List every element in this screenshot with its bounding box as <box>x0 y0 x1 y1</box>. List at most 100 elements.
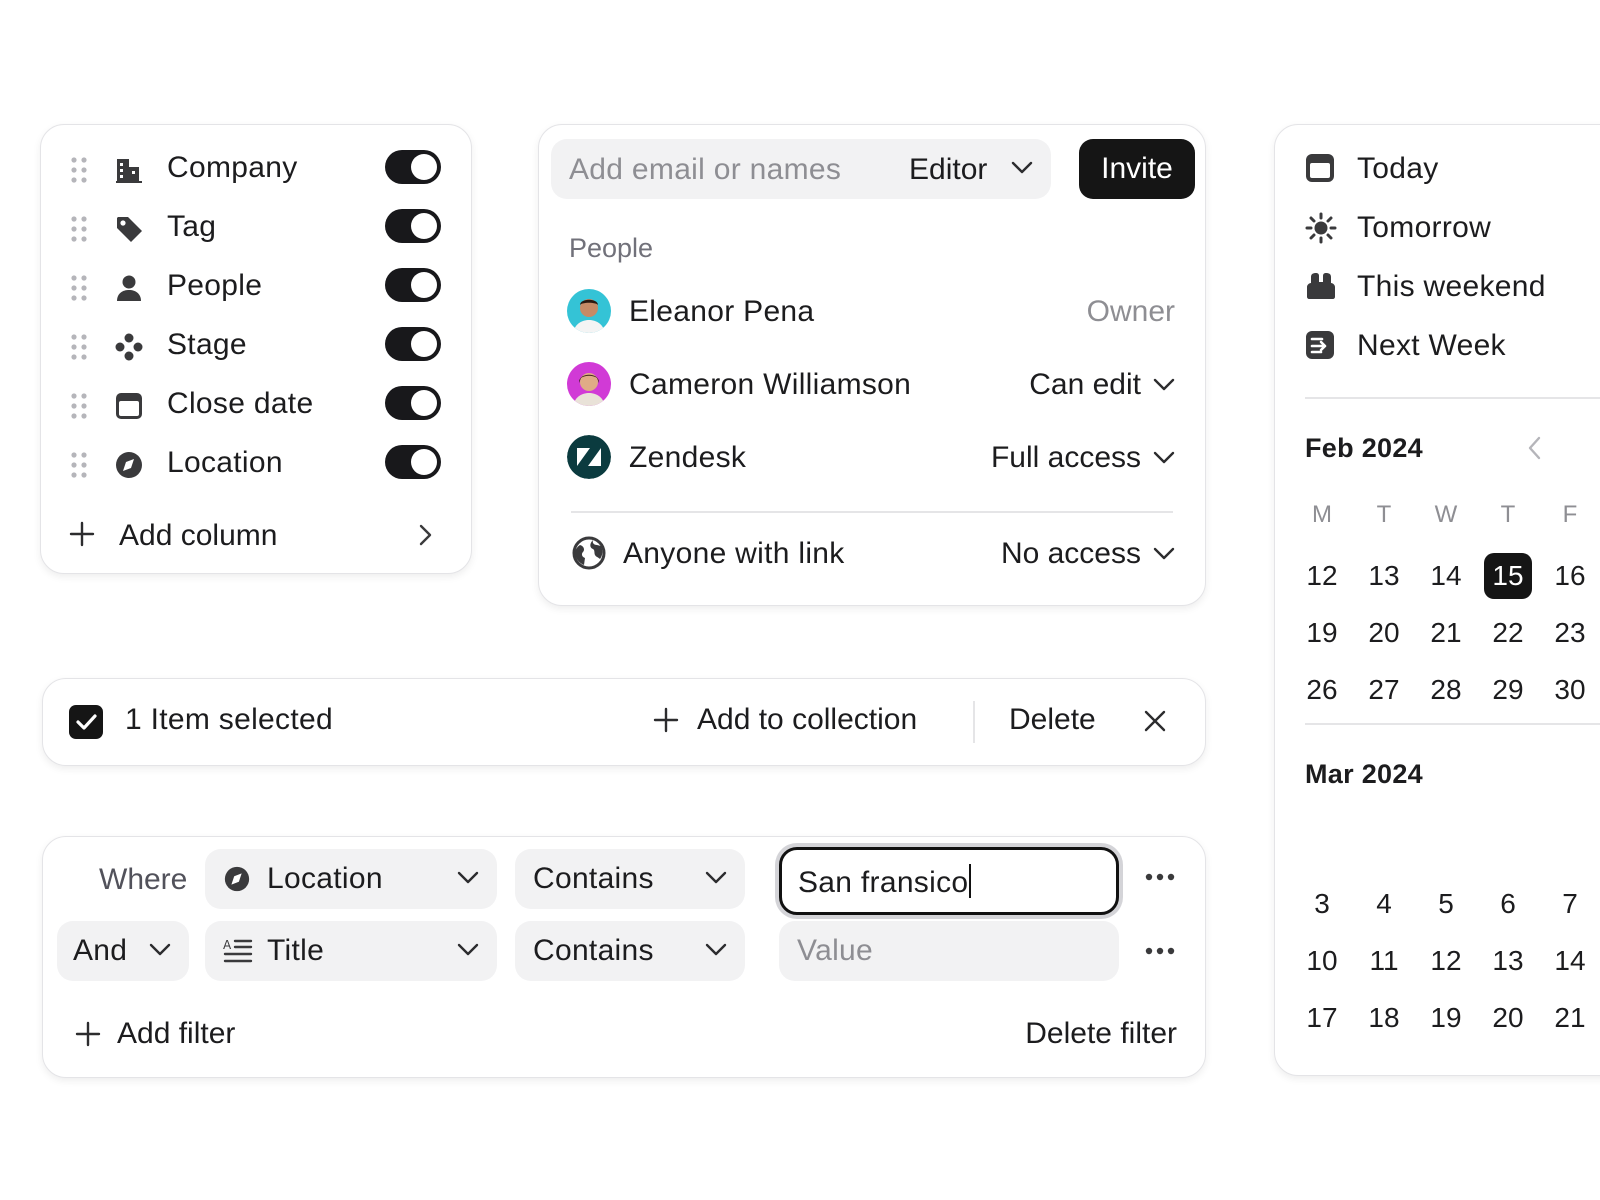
calendar-day[interactable]: 19 <box>1298 610 1346 656</box>
drag-handle-icon[interactable] <box>71 334 87 360</box>
calendar-today-icon <box>1305 153 1335 183</box>
conjunction-select[interactable]: And <box>57 921 189 981</box>
field-select[interactable]: A Title <box>205 921 497 981</box>
drag-handle-icon[interactable] <box>71 393 87 419</box>
permission-select[interactable]: Full access <box>991 441 1175 475</box>
add-to-collection-button[interactable]: Add to collection <box>653 703 917 737</box>
permission-label: Owner <box>1086 295 1175 328</box>
calendar-day[interactable]: 22 <box>1484 610 1532 656</box>
zendesk-logo-icon <box>567 435 611 479</box>
filter-panel: Where Location Contains San fransico And… <box>42 836 1206 1078</box>
calendar-day[interactable]: 7 <box>1546 881 1594 927</box>
calendar-day[interactable]: 13 <box>1484 938 1532 984</box>
quick-option-tomorrow[interactable]: Tomorrow <box>1275 204 1600 250</box>
quick-option-next-week[interactable]: Next Week <box>1275 322 1600 368</box>
text-caret <box>969 864 972 898</box>
calendar-day[interactable]: 16 <box>1546 553 1594 599</box>
column-row-stage[interactable]: Stage <box>41 322 471 366</box>
column-row-close-date[interactable]: Close date <box>41 381 471 425</box>
delete-filter-button[interactable]: Delete filter <box>1025 1017 1177 1051</box>
calendar-day[interactable]: 28 <box>1422 667 1470 713</box>
calendar-day[interactable]: 11 <box>1360 938 1408 984</box>
invite-input[interactable]: Add email or names Editor <box>551 139 1051 199</box>
sofa-icon <box>1305 271 1337 301</box>
more-options-icon[interactable] <box>1145 947 1175 955</box>
delete-button[interactable]: Delete <box>1009 703 1096 737</box>
calendar-day[interactable]: 23 <box>1546 610 1594 656</box>
column-toggle[interactable] <box>385 327 441 361</box>
permission-label: Can edit <box>1029 368 1141 401</box>
calendar-day[interactable]: 14 <box>1546 938 1594 984</box>
column-toggle[interactable] <box>385 445 441 479</box>
calendar-day-selected[interactable]: 15 <box>1484 553 1532 599</box>
chevron-left-icon[interactable] <box>1527 435 1543 461</box>
column-row-location[interactable]: Location <box>41 440 471 484</box>
column-toggle[interactable] <box>385 209 441 243</box>
calendar-day[interactable]: 21 <box>1422 610 1470 656</box>
column-row-tag[interactable]: Tag <box>41 204 471 248</box>
building-icon <box>113 154 145 186</box>
calendar-day[interactable]: 20 <box>1360 610 1408 656</box>
calendar-day[interactable]: 27 <box>1360 667 1408 713</box>
date-picker-panel: Today Tomorrow This weekend Next Week Fe… <box>1274 124 1600 1076</box>
calendar-day[interactable]: 10 <box>1298 938 1346 984</box>
invite-button[interactable]: Invite <box>1079 139 1195 199</box>
column-row-company[interactable]: Company <box>41 145 471 189</box>
operator-select[interactable]: Contains <box>515 921 745 981</box>
calendar-day[interactable]: 20 <box>1484 995 1532 1041</box>
role-select[interactable]: Editor <box>909 153 987 187</box>
chevron-down-icon[interactable] <box>1011 161 1033 175</box>
field-select[interactable]: Location <box>205 849 497 909</box>
columns-panel: Company Tag People Stage Close date Loca… <box>40 124 472 574</box>
column-label: Stage <box>167 328 247 361</box>
text-lines-icon: A <box>223 937 253 965</box>
person-name: Cameron Williamson <box>629 368 912 401</box>
calendar-day[interactable]: 6 <box>1484 881 1532 927</box>
calendar-day[interactable]: 5 <box>1422 881 1470 927</box>
operator-select[interactable]: Contains <box>515 849 745 909</box>
quick-option-today[interactable]: Today <box>1275 145 1600 191</box>
drag-handle-icon[interactable] <box>71 275 87 301</box>
calendar-day[interactable]: 30 <box>1546 667 1594 713</box>
add-to-collection-label: Add to collection <box>697 703 918 736</box>
close-icon[interactable] <box>1143 709 1167 733</box>
plus-icon <box>653 707 679 733</box>
calendar-day[interactable]: 13 <box>1360 553 1408 599</box>
calendar-day[interactable]: 29 <box>1484 667 1532 713</box>
column-toggle[interactable] <box>385 268 441 302</box>
plus-icon <box>69 521 95 547</box>
calendar-day[interactable]: 3 <box>1298 881 1346 927</box>
permission-select[interactable]: Can edit <box>1029 368 1175 402</box>
link-permission-select[interactable]: No access <box>1001 537 1175 571</box>
drag-handle-icon[interactable] <box>71 452 87 478</box>
column-toggle[interactable] <box>385 150 441 184</box>
select-checkbox[interactable] <box>69 705 103 739</box>
link-access-row: Anyone with link No access <box>539 529 1205 579</box>
filter-value-input[interactable]: San fransico <box>779 847 1119 915</box>
calendar-day[interactable]: 21 <box>1546 995 1594 1041</box>
quick-option-weekend[interactable]: This weekend <box>1275 263 1600 309</box>
column-toggle[interactable] <box>385 386 441 420</box>
drag-handle-icon[interactable] <box>71 216 87 242</box>
calendar-day[interactable]: 19 <box>1422 995 1470 1041</box>
plus-icon <box>75 1021 101 1047</box>
field-select-label: Title <box>267 934 325 967</box>
add-column-button[interactable]: Add column <box>41 513 471 557</box>
chevron-down-icon <box>457 943 479 957</box>
chevron-down-icon <box>705 871 727 885</box>
calendar-day[interactable]: 14 <box>1422 553 1470 599</box>
add-column-label: Add column <box>119 519 278 552</box>
calendar-day[interactable]: 12 <box>1298 553 1346 599</box>
calendar-day[interactable]: 18 <box>1360 995 1408 1041</box>
person-row: Zendesk Full access <box>539 433 1205 483</box>
calendar-day[interactable]: 4 <box>1360 881 1408 927</box>
divider <box>973 701 975 743</box>
more-options-icon[interactable] <box>1145 873 1175 881</box>
calendar-day[interactable]: 12 <box>1422 938 1470 984</box>
column-row-people[interactable]: People <box>41 263 471 307</box>
drag-handle-icon[interactable] <box>71 157 87 183</box>
calendar-day[interactable]: 26 <box>1298 667 1346 713</box>
filter-value-input[interactable]: Value <box>779 921 1119 981</box>
calendar-day[interactable]: 17 <box>1298 995 1346 1041</box>
add-filter-button[interactable]: Add filter <box>75 1017 235 1051</box>
